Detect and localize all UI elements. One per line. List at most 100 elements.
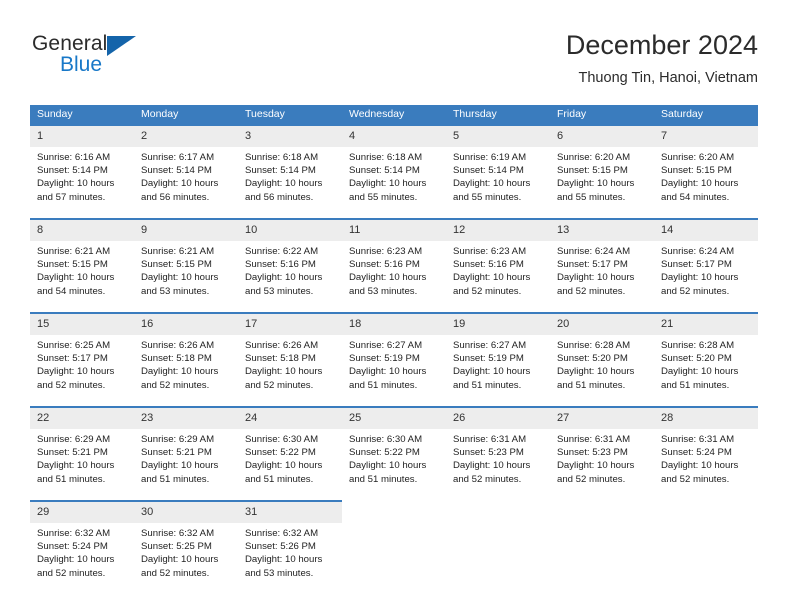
sunset-text: Sunset: 5:22 PM — [349, 447, 420, 459]
day-cell[interactable]: 13 Sunrise: 6:24 AM Sunset: 5:17 PM Dayligh… — [550, 218, 654, 308]
day-cell[interactable]: 2 Sunrise: 6:17 AM Sunset: 5:14 PM Daylight… — [134, 124, 238, 214]
general-blue-logo[interactable]: General Blue — [32, 32, 212, 88]
day-cell[interactable]: 24 Sunrise: 6:30 AM Sunset: 5:22 PM Dayligh… — [238, 406, 342, 496]
daylight-text-line1: Daylight: 10 hours — [37, 178, 115, 190]
day-cell[interactable]: 5 Sunrise: 6:19 AM Sunset: 5:14 PM Daylight… — [446, 124, 550, 214]
daylight-text-line1: Daylight: 10 hours — [245, 178, 323, 190]
day-cell[interactable]: 25 Sunrise: 6:30 AM Sunset: 5:22 PM Dayligh… — [342, 406, 446, 496]
day-details: Sunrise: 6:28 AM Sunset: 5:20 PM Daylight:… — [654, 335, 758, 392]
sunset-text: Sunset: 5:17 PM — [661, 259, 732, 271]
day-cell[interactable]: 10 Sunrise: 6:22 AM Sunset: 5:16 PM Dayligh… — [238, 218, 342, 308]
day-cell[interactable]: 22 Sunrise: 6:29 AM Sunset: 5:21 PM Dayligh… — [30, 406, 134, 496]
daylight-text-line2: and 53 minutes. — [141, 285, 210, 297]
day-details: Sunrise: 6:23 AM Sunset: 5:16 PM Daylight:… — [446, 241, 550, 298]
calendar-cell-empty — [654, 500, 758, 590]
day-cell[interactable]: 6 Sunrise: 6:20 AM Sunset: 5:15 PM Daylight… — [550, 124, 654, 214]
daylight-text-line2: and 53 minutes. — [245, 285, 314, 297]
day-cell[interactable]: 7 Sunrise: 6:20 AM Sunset: 5:15 PM Daylight… — [654, 124, 758, 214]
day-number: 10 — [238, 220, 342, 241]
day-number: 13 — [550, 220, 654, 241]
sunset-text: Sunset: 5:26 PM — [245, 541, 316, 553]
day-details: Sunrise: 6:17 AM Sunset: 5:14 PM Daylight:… — [134, 147, 238, 204]
sunset-text: Sunset: 5:15 PM — [141, 259, 212, 271]
day-cell[interactable]: 9 Sunrise: 6:21 AM Sunset: 5:15 PM Daylight… — [134, 218, 238, 308]
sunset-text: Sunset: 5:24 PM — [661, 447, 732, 459]
day-details: Sunrise: 6:18 AM Sunset: 5:14 PM Daylight:… — [238, 147, 342, 204]
day-cell[interactable]: 18 Sunrise: 6:27 AM Sunset: 5:19 PM Dayligh… — [342, 312, 446, 402]
calendar-cell-day-21: 21 Sunrise: 6:28 AM Sunset: 5:20 PM Dayligh… — [654, 312, 758, 402]
daylight-text-line1: Daylight: 10 hours — [141, 272, 219, 284]
day-cell[interactable]: 16 Sunrise: 6:26 AM Sunset: 5:18 PM Dayligh… — [134, 312, 238, 402]
day-number: 31 — [238, 502, 342, 523]
day-number: 26 — [446, 408, 550, 429]
daylight-text-line1: Daylight: 10 hours — [661, 460, 739, 472]
day-cell[interactable]: 30 Sunrise: 6:32 AM Sunset: 5:25 PM Dayligh… — [134, 500, 238, 590]
day-cell[interactable]: 23 Sunrise: 6:29 AM Sunset: 5:21 PM Dayligh… — [134, 406, 238, 496]
day-number: 25 — [342, 408, 446, 429]
day-details: Sunrise: 6:19 AM Sunset: 5:14 PM Daylight:… — [446, 147, 550, 204]
calendar-cell-day-11: 11 Sunrise: 6:23 AM Sunset: 5:16 PM Dayligh… — [342, 218, 446, 308]
calendar-week-row: 8 Sunrise: 6:21 AM Sunset: 5:15 PM Daylight… — [30, 218, 758, 308]
daylight-text-line2: and 54 minutes. — [37, 285, 106, 297]
calendar-cell-day-31: 31 Sunrise: 6:32 AM Sunset: 5:26 PM Dayligh… — [238, 500, 342, 590]
day-cell[interactable]: 4 Sunrise: 6:18 AM Sunset: 5:14 PM Daylight… — [342, 124, 446, 214]
sunset-text: Sunset: 5:15 PM — [661, 165, 732, 177]
empty-cell — [550, 500, 654, 590]
sunset-text: Sunset: 5:23 PM — [557, 447, 628, 459]
day-cell[interactable]: 27 Sunrise: 6:31 AM Sunset: 5:23 PM Dayligh… — [550, 406, 654, 496]
day-number: 24 — [238, 408, 342, 429]
calendar-cell-day-29: 29 Sunrise: 6:32 AM Sunset: 5:24 PM Dayligh… — [30, 500, 134, 590]
day-number: 29 — [30, 502, 134, 523]
daylight-text-line1: Daylight: 10 hours — [37, 460, 115, 472]
calendar-page: General Blue December 2024 Thuong Tin, H… — [0, 0, 792, 612]
empty-cell — [654, 500, 758, 590]
day-cell[interactable]: 26 Sunrise: 6:31 AM Sunset: 5:23 PM Dayligh… — [446, 406, 550, 496]
day-details: Sunrise: 6:16 AM Sunset: 5:14 PM Daylight:… — [30, 147, 134, 204]
day-number: 11 — [342, 220, 446, 241]
daylight-text-line2: and 51 minutes. — [453, 379, 522, 391]
calendar-cell-day-16: 16 Sunrise: 6:26 AM Sunset: 5:18 PM Dayligh… — [134, 312, 238, 402]
day-cell[interactable]: 17 Sunrise: 6:26 AM Sunset: 5:18 PM Dayligh… — [238, 312, 342, 402]
day-number: 12 — [446, 220, 550, 241]
title-block: December 2024 Thuong Tin, Hanoi, Vietnam — [566, 28, 758, 89]
day-number: 4 — [342, 126, 446, 147]
day-cell[interactable]: 20 Sunrise: 6:28 AM Sunset: 5:20 PM Dayligh… — [550, 312, 654, 402]
day-cell[interactable]: 21 Sunrise: 6:28 AM Sunset: 5:20 PM Dayligh… — [654, 312, 758, 402]
day-cell[interactable]: 19 Sunrise: 6:27 AM Sunset: 5:19 PM Dayligh… — [446, 312, 550, 402]
calendar-cell-day-8: 8 Sunrise: 6:21 AM Sunset: 5:15 PM Daylight… — [30, 218, 134, 308]
calendar-cell-day-18: 18 Sunrise: 6:27 AM Sunset: 5:19 PM Dayligh… — [342, 312, 446, 402]
day-cell[interactable]: 12 Sunrise: 6:23 AM Sunset: 5:16 PM Dayligh… — [446, 218, 550, 308]
day-details: Sunrise: 6:32 AM Sunset: 5:24 PM Daylight:… — [30, 523, 134, 580]
daylight-text-line2: and 51 minutes. — [245, 473, 314, 485]
day-cell[interactable]: 8 Sunrise: 6:21 AM Sunset: 5:15 PM Daylight… — [30, 218, 134, 308]
sunrise-text: Sunrise: 6:32 AM — [245, 528, 319, 539]
day-number: 27 — [550, 408, 654, 429]
day-cell[interactable]: 3 Sunrise: 6:18 AM Sunset: 5:14 PM Daylight… — [238, 124, 342, 214]
daylight-text-line2: and 51 minutes. — [349, 473, 418, 485]
sunset-text: Sunset: 5:16 PM — [453, 259, 524, 271]
day-cell[interactable]: 29 Sunrise: 6:32 AM Sunset: 5:24 PM Dayligh… — [30, 500, 134, 590]
day-details: Sunrise: 6:32 AM Sunset: 5:25 PM Daylight:… — [134, 523, 238, 580]
day-cell[interactable]: 15 Sunrise: 6:25 AM Sunset: 5:17 PM Dayligh… — [30, 312, 134, 402]
day-cell[interactable]: 11 Sunrise: 6:23 AM Sunset: 5:16 PM Dayligh… — [342, 218, 446, 308]
calendar-cell-day-24: 24 Sunrise: 6:30 AM Sunset: 5:22 PM Dayligh… — [238, 406, 342, 496]
day-number: 18 — [342, 314, 446, 335]
daylight-text-line2: and 52 minutes. — [141, 567, 210, 579]
logo-triangle-icon — [107, 36, 136, 56]
daylight-text-line1: Daylight: 10 hours — [141, 178, 219, 190]
sunrise-text: Sunrise: 6:30 AM — [245, 434, 319, 445]
sunrise-text: Sunrise: 6:20 AM — [557, 152, 631, 163]
calendar-body: 1 Sunrise: 6:16 AM Sunset: 5:14 PM Daylight… — [30, 124, 758, 590]
daylight-text-line2: and 53 minutes. — [349, 285, 418, 297]
daylight-text-line2: and 52 minutes. — [661, 285, 730, 297]
sunset-text: Sunset: 5:17 PM — [37, 353, 108, 365]
day-cell[interactable]: 28 Sunrise: 6:31 AM Sunset: 5:24 PM Dayligh… — [654, 406, 758, 496]
page-title: December 2024 — [565, 30, 758, 60]
day-number: 7 — [654, 126, 758, 147]
daylight-text-line2: and 56 minutes. — [245, 191, 314, 203]
day-cell[interactable]: 31 Sunrise: 6:32 AM Sunset: 5:26 PM Dayligh… — [238, 500, 342, 590]
day-cell[interactable]: 1 Sunrise: 6:16 AM Sunset: 5:14 PM Daylight… — [30, 124, 134, 214]
daylight-text-line2: and 57 minutes. — [37, 191, 106, 203]
day-number: 2 — [134, 126, 238, 147]
day-cell[interactable]: 14 Sunrise: 6:24 AM Sunset: 5:17 PM Dayligh… — [654, 218, 758, 308]
